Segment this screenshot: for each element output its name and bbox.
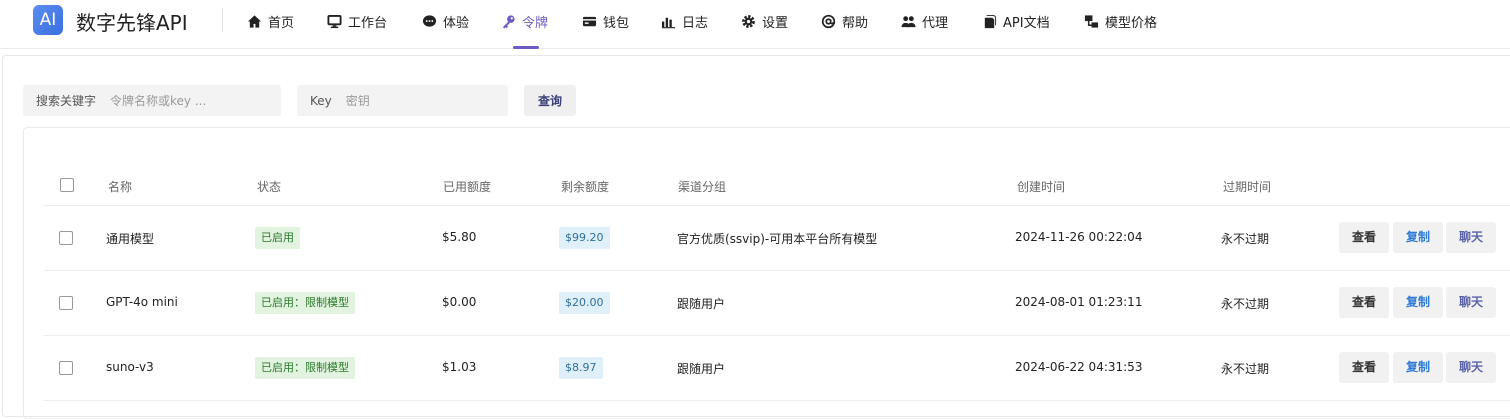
- nav-item-help[interactable]: 帮助: [821, 10, 868, 32]
- header-remaining-quota[interactable]: 剩余额度: [561, 178, 609, 195]
- header-name[interactable]: 名称: [108, 178, 132, 195]
- channel-group: 官方优质(ssvip)-可用本平台所有模型: [677, 232, 878, 246]
- document-icon: [982, 14, 997, 29]
- bar-chart-icon: [661, 14, 676, 29]
- nav-item-label: 代理: [922, 15, 949, 31]
- nav-item-label: 设置: [762, 15, 789, 31]
- nav-item-experience[interactable]: 体验: [422, 10, 469, 32]
- nav-item-label: 帮助: [842, 15, 869, 31]
- header-used-quota[interactable]: 已用额度: [443, 178, 491, 195]
- token-name: 通用模型: [106, 232, 155, 246]
- chat-button[interactable]: 聊天: [1446, 287, 1496, 318]
- header-status[interactable]: 状态: [257, 178, 281, 195]
- expire-time: 永不过期: [1221, 297, 1270, 311]
- chat-bubble-icon: [422, 14, 437, 29]
- channel-group: 跟随用户: [677, 297, 726, 311]
- nav-item-logs[interactable]: 日志: [661, 10, 708, 32]
- nav-item-home[interactable]: 首页: [247, 10, 294, 32]
- status-badge: 已启用：限制模型: [255, 292, 355, 314]
- view-button[interactable]: 查看: [1339, 287, 1389, 318]
- expire-time: 永不过期: [1221, 362, 1270, 376]
- monitor-icon: [327, 14, 342, 29]
- nav-item-tokens[interactable]: 令牌: [501, 10, 548, 32]
- sitemap-icon: [1084, 14, 1099, 29]
- used-quota: $5.80: [442, 230, 477, 244]
- view-button[interactable]: 查看: [1339, 222, 1389, 253]
- copy-button[interactable]: 复制: [1393, 222, 1443, 253]
- used-quota: $1.03: [442, 360, 477, 374]
- key-search-input[interactable]: [343, 92, 488, 109]
- row-divider: [44, 400, 1510, 401]
- channel-group: 跟随用户: [677, 362, 726, 376]
- copy-button[interactable]: 复制: [1393, 352, 1443, 383]
- remaining-quota-badge: $99.20: [559, 227, 610, 249]
- header-divider: [44, 205, 1510, 206]
- nav-item-label: 工作台: [348, 15, 388, 31]
- row-divider: [44, 335, 1510, 336]
- users-icon: [901, 14, 916, 29]
- active-tab-indicator: [513, 46, 539, 49]
- token-table: [23, 127, 1510, 419]
- nav-item-agent[interactable]: 代理: [901, 10, 948, 32]
- created-time: 2024-08-01 01:23:11: [1015, 295, 1143, 309]
- key-search-field[interactable]: Key: [297, 85, 508, 116]
- status-badge: 已启用：限制模型: [255, 357, 355, 379]
- header-expire-time[interactable]: 过期时间: [1223, 178, 1271, 195]
- expire-time: 永不过期: [1221, 232, 1270, 246]
- nav-item-model-pricing[interactable]: 模型价格: [1084, 10, 1157, 32]
- created-time: 2024-06-22 04:31:53: [1015, 360, 1143, 374]
- nav-item-api-docs[interactable]: API文档: [982, 10, 1050, 32]
- token-name: GPT-4o mini: [106, 295, 178, 309]
- row-checkbox[interactable]: [59, 296, 73, 310]
- chat-button[interactable]: 聊天: [1446, 352, 1496, 383]
- token-name: suno-v3: [106, 360, 154, 374]
- brand-name[interactable]: 数字先锋API: [76, 7, 188, 36]
- top-nav: AI 数字先锋API 首页 工作台 体验 令牌 钱包 日志 设置 帮助 代理 A…: [0, 0, 1510, 49]
- nav-item-label: 钱包: [603, 15, 630, 31]
- header-channel-group[interactable]: 渠道分组: [678, 178, 726, 195]
- row-checkbox[interactable]: [59, 231, 73, 245]
- row-checkbox[interactable]: [59, 361, 73, 375]
- nav-item-workbench[interactable]: 工作台: [327, 10, 387, 32]
- nav-item-label: API文档: [1003, 15, 1050, 31]
- header-created-time[interactable]: 创建时间: [1017, 178, 1065, 195]
- copy-button[interactable]: 复制: [1393, 287, 1443, 318]
- select-all-checkbox[interactable]: [60, 178, 74, 192]
- nav-item-settings[interactable]: 设置: [741, 10, 788, 32]
- query-button[interactable]: 查询: [524, 85, 576, 116]
- logo[interactable]: AI: [33, 5, 63, 35]
- created-time: 2024-11-26 00:22:04: [1015, 230, 1143, 244]
- gear-icon: [741, 14, 756, 29]
- chat-button[interactable]: 聊天: [1446, 222, 1496, 253]
- nav-item-label: 令牌: [522, 15, 549, 31]
- nav-item-label: 模型价格: [1105, 15, 1158, 31]
- remaining-quota-badge: $8.97: [559, 357, 603, 379]
- nav-item-wallet[interactable]: 钱包: [582, 10, 629, 32]
- at-icon: [821, 14, 836, 29]
- home-icon: [247, 14, 262, 29]
- keyword-search-input[interactable]: [108, 92, 243, 109]
- view-button[interactable]: 查看: [1339, 352, 1389, 383]
- row-divider: [44, 270, 1510, 271]
- nav-item-label: 体验: [443, 15, 470, 31]
- nav-item-label: 日志: [682, 15, 709, 31]
- status-badge: 已启用: [255, 227, 300, 249]
- used-quota: $0.00: [442, 295, 477, 309]
- nav-item-label: 首页: [268, 15, 295, 31]
- nav-divider: [222, 8, 223, 32]
- keyword-search-field[interactable]: 搜索关键字: [23, 85, 281, 116]
- key-search-label: Key: [310, 93, 332, 108]
- key-icon: [501, 14, 516, 29]
- remaining-quota-badge: $20.00: [559, 292, 610, 314]
- keyword-search-label: 搜索关键字: [36, 94, 97, 108]
- wallet-icon: [582, 14, 597, 29]
